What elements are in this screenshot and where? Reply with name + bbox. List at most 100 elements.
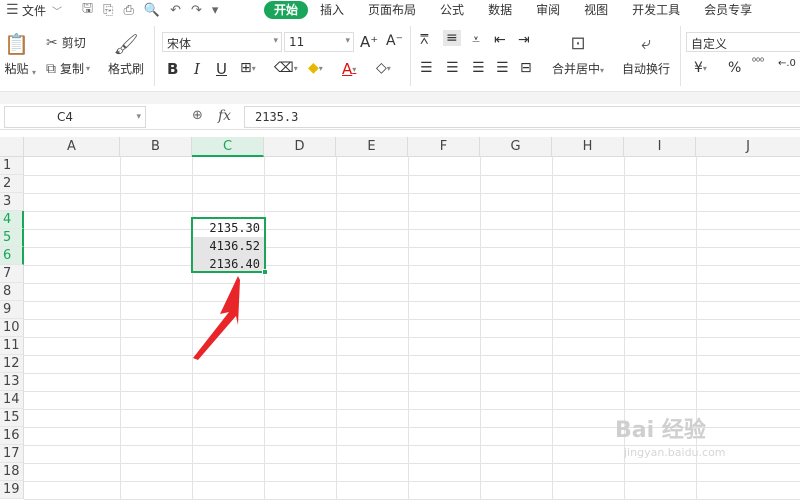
row-header-10[interactable]: 10	[0, 319, 24, 337]
tab-developer[interactable]: 开发工具	[620, 0, 692, 20]
fill-color-icon[interactable]: ◆ ▾	[308, 60, 323, 76]
customize-icon[interactable]: ▾	[212, 3, 219, 18]
row-header-13[interactable]: 13	[0, 373, 24, 391]
number-format-value: 自定义	[691, 37, 728, 51]
row-header-14[interactable]: 14	[0, 391, 24, 409]
grid-line	[120, 157, 121, 500]
column-header-g[interactable]: G	[480, 137, 552, 157]
column-header-c[interactable]: C	[192, 137, 264, 157]
print-icon[interactable]: ⎙	[123, 3, 133, 18]
justify-icon[interactable]: ☰	[496, 60, 509, 76]
underline-icon[interactable]: U	[216, 60, 227, 78]
copy-icon: ⧉	[46, 60, 56, 77]
row-header-12[interactable]: 12	[0, 355, 24, 373]
fill-handle[interactable]	[262, 269, 268, 275]
paste-label: 粘贴	[4, 62, 29, 76]
format-painter-button[interactable]: 🖌 格式刷	[108, 32, 144, 77]
clear-format-icon[interactable]: ◇ ▾	[376, 60, 391, 76]
row-header-6[interactable]: 6	[0, 247, 24, 265]
tab-review[interactable]: 审阅	[524, 0, 572, 20]
percent-icon[interactable]: %	[728, 60, 741, 76]
tab-view[interactable]: 视图	[572, 0, 620, 20]
column-header-b[interactable]: B	[120, 137, 192, 157]
grid-line	[24, 319, 800, 320]
tab-insert[interactable]: 插入	[308, 0, 356, 20]
column-header-d[interactable]: D	[264, 137, 336, 157]
font-size-select[interactable]: 11 ▾	[284, 32, 354, 52]
erase-icon[interactable]: ⌫ ▾	[274, 60, 298, 76]
grid-line	[24, 409, 800, 410]
column-header-j[interactable]: J	[696, 137, 800, 157]
tab-member[interactable]: 会员专享	[692, 0, 764, 20]
row-header-4[interactable]: 4	[0, 211, 24, 229]
tab-page-layout[interactable]: 页面布局	[356, 0, 428, 20]
export-icon[interactable]: ⎘	[103, 3, 113, 18]
wrap-text-button[interactable]: ⤶ 自动换行	[622, 34, 670, 77]
row-header-9[interactable]: 9	[0, 301, 24, 319]
tab-data[interactable]: 数据	[476, 0, 524, 20]
row-header-15[interactable]: 15	[0, 409, 24, 427]
thousands-separator-icon[interactable]: ⁰⁰⁰	[752, 58, 764, 68]
grid-line	[24, 355, 800, 356]
file-menu[interactable]: ☰ 文件 ﹀	[0, 0, 72, 20]
grid-line	[264, 157, 265, 500]
row-header-3[interactable]: 3	[0, 193, 24, 211]
font-name-select[interactable]: 宋体 ▾	[162, 32, 282, 52]
borders-icon[interactable]: ⊞ ▾	[240, 60, 256, 76]
print-preview-icon[interactable]: 🔍	[144, 3, 160, 18]
paste-dropdown-icon[interactable]: ▾	[32, 68, 36, 77]
paste-button[interactable]: 📋 粘贴	[4, 32, 29, 77]
tab-formulas[interactable]: 公式	[428, 0, 476, 20]
redo-icon[interactable]: ↷	[191, 3, 202, 18]
distribute-icon[interactable]: ⊟	[520, 60, 532, 76]
zoom-icon[interactable]: ⊕	[192, 108, 203, 123]
align-top-icon[interactable]: ⩞	[420, 32, 429, 48]
number-format-select[interactable]: 自定义	[686, 32, 800, 52]
name-box[interactable]: C4 ▾	[4, 106, 146, 128]
row-header-8[interactable]: 8	[0, 283, 24, 301]
formula-input[interactable]: 2135.3	[244, 106, 800, 128]
row-header-17[interactable]: 17	[0, 445, 24, 463]
select-all-corner[interactable]	[0, 137, 24, 157]
row-header-16[interactable]: 16	[0, 427, 24, 445]
grid-line	[24, 229, 800, 230]
increase-font-icon[interactable]: A⁺	[360, 33, 378, 51]
align-middle-icon[interactable]: ≡	[443, 30, 461, 46]
indent-icon[interactable]: ⇥	[518, 32, 530, 48]
grid-line	[24, 463, 800, 464]
cut-button[interactable]: ✂ 剪切	[46, 34, 86, 51]
currency-icon[interactable]: ¥ ▾	[694, 60, 707, 76]
copy-button[interactable]: ⧉ 复制 ▾	[46, 60, 90, 77]
decrease-font-icon[interactable]: A⁻	[386, 33, 403, 49]
column-header-i[interactable]: I	[624, 137, 696, 157]
align-center-icon[interactable]: ☰	[446, 60, 459, 76]
outdent-icon[interactable]: ⇤	[494, 32, 506, 48]
save-icon[interactable]: 🖫	[82, 0, 93, 21]
fx-icon[interactable]: fx	[218, 108, 231, 124]
column-header-h[interactable]: H	[552, 137, 624, 157]
merge-center-button[interactable]: ⊡ 合并居中▾	[552, 34, 604, 77]
font-color-icon[interactable]: A ▾	[342, 60, 356, 78]
watermark-url: jingyan.baidu.com	[624, 446, 726, 459]
undo-icon[interactable]: ↶	[170, 3, 181, 18]
row-header-18[interactable]: 18	[0, 463, 24, 481]
column-header-e[interactable]: E	[336, 137, 408, 157]
align-right-icon[interactable]: ☰	[472, 60, 485, 76]
align-bottom-icon[interactable]: ⩡	[472, 32, 480, 48]
column-header-f[interactable]: F	[408, 137, 480, 157]
tab-home[interactable]: 开始	[264, 1, 309, 19]
align-left-icon[interactable]: ☰	[420, 60, 433, 76]
italic-icon[interactable]: I	[194, 60, 200, 78]
row-header-5[interactable]: 5	[0, 229, 24, 247]
column-header-a[interactable]: A	[24, 137, 120, 157]
row-header-1[interactable]: 1	[0, 157, 24, 175]
row-header-19[interactable]: 19	[0, 481, 24, 499]
bold-icon[interactable]: B	[167, 60, 178, 78]
increase-decimal-icon[interactable]: ←.0	[778, 58, 796, 69]
row-header-2[interactable]: 2	[0, 175, 24, 193]
baidu-watermark: Bai 经验	[615, 418, 706, 443]
row-header-11[interactable]: 11	[0, 337, 24, 355]
menu-bar: ☰ 文件 ﹀ 🖫 ⎘ ⎙ 🔍 ↶ ↷ ▾ 开始 插入 页面布局 公式 数据 审阅…	[0, 0, 800, 20]
row-header-7[interactable]: 7	[0, 265, 24, 283]
grid-line	[24, 481, 800, 482]
